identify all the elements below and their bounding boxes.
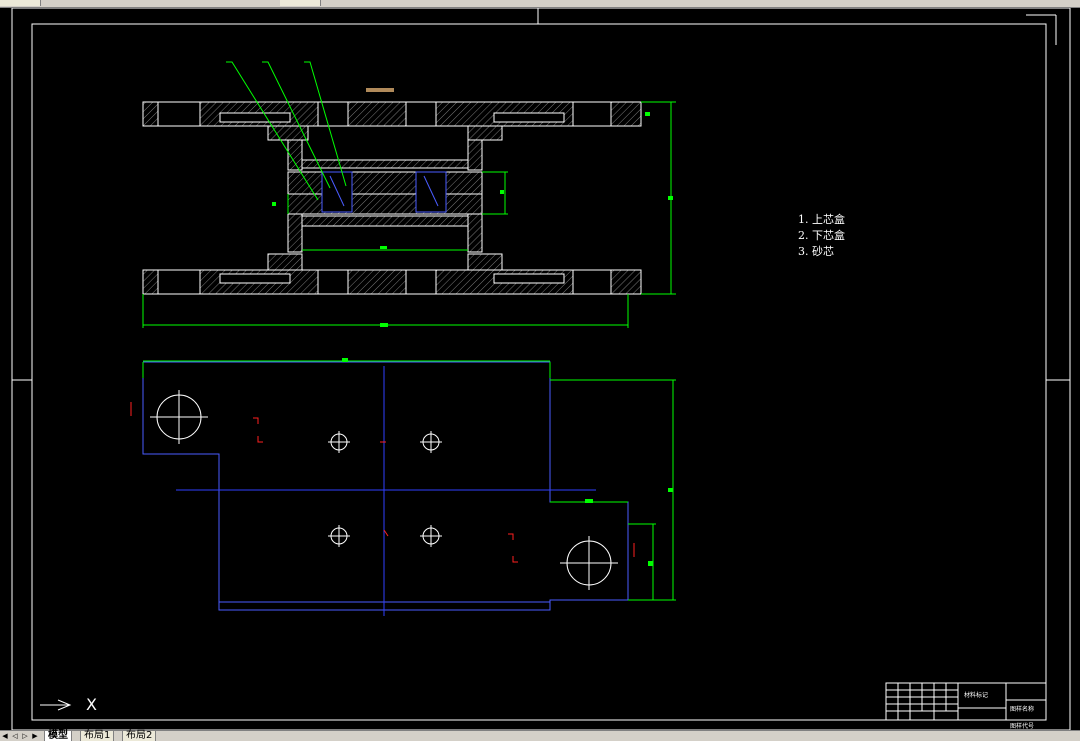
toolbar-button[interactable] bbox=[280, 0, 321, 6]
section-view bbox=[142, 61, 676, 328]
title-block-drawing-name: 图样名称 bbox=[1010, 706, 1035, 713]
drawing-canvas[interactable] bbox=[0, 8, 1080, 730]
bom-item-1: 1. 上芯盒 bbox=[798, 213, 845, 226]
ucs-icon bbox=[40, 699, 72, 711]
ucs-x-label: X bbox=[86, 695, 97, 714]
plan-dimensions bbox=[142, 360, 676, 601]
bom-item-3: 3. 砂芯 bbox=[798, 245, 834, 258]
plan-markers bbox=[130, 402, 635, 563]
title-block bbox=[885, 682, 1047, 721]
title-block-drawing-code: 图样代号 bbox=[1010, 723, 1035, 730]
plan-view bbox=[142, 361, 629, 616]
title-block-material: 材料标记 bbox=[964, 692, 989, 699]
toolbar-button[interactable] bbox=[0, 0, 41, 6]
bom-item-2: 2. 下芯盒 bbox=[798, 229, 845, 242]
window-top-bar bbox=[0, 0, 1080, 8]
layout-tab-bar: ◀ ◁ ▷ ▶ 模型 布局1 布局2 bbox=[0, 730, 1080, 741]
